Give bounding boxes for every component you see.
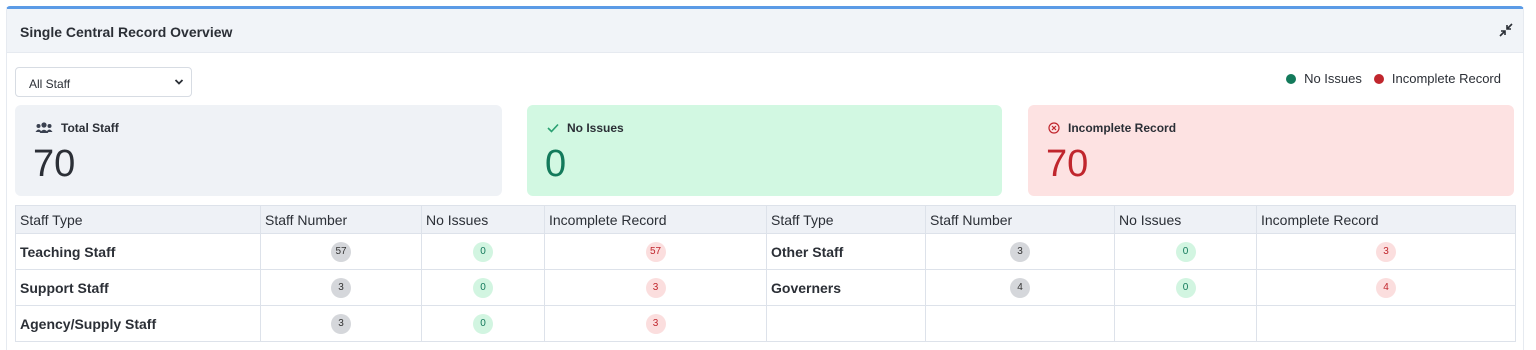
panel-title: Single Central Record Overview xyxy=(20,24,233,40)
legend-label: No Issues xyxy=(1304,71,1362,86)
empty-cell xyxy=(1114,305,1257,342)
no-issues-badge: 0 xyxy=(473,314,493,334)
no-issues-label-text: No Issues xyxy=(567,121,624,135)
no-issues-value: 0 xyxy=(545,143,567,185)
staff-type-cell: Agency/Supply Staff xyxy=(15,305,261,342)
incomplete-badge: 3 xyxy=(645,314,666,334)
staff-number-badge: 3 xyxy=(331,314,351,334)
table-row: Support Staff 3 0 3 Governers 4 0 4 xyxy=(15,269,1516,306)
circle-x-icon xyxy=(1048,122,1060,134)
legend-item-no-issues: No Issues xyxy=(1286,71,1362,86)
incomplete-record-value: 70 xyxy=(1046,143,1089,185)
table-row: Teaching Staff 57 0 57 Other Staff 3 0 3 xyxy=(15,233,1516,270)
users-icon xyxy=(35,122,53,133)
staff-type-cell: Teaching Staff xyxy=(15,233,261,270)
panel-header: Single Central Record Overview xyxy=(7,9,1523,53)
col-header-incomplete-record: Incomplete Record xyxy=(1256,205,1516,234)
staff-filter-value: All Staff xyxy=(29,77,71,91)
staff-number-badge: 57 xyxy=(331,242,351,262)
scr-overview-panel: Single Central Record Overview All Staff… xyxy=(6,6,1524,350)
no-issues-badge: 0 xyxy=(1175,278,1196,298)
legend: No Issues Incomplete Record xyxy=(1274,71,1501,86)
col-header-staff-number: Staff Number xyxy=(925,205,1115,234)
no-issues-card: No Issues 0 xyxy=(527,105,1002,196)
total-staff-value: 70 xyxy=(33,143,76,185)
incomplete-record-label-text: Incomplete Record xyxy=(1068,121,1177,135)
no-issues-badge: 0 xyxy=(473,278,493,298)
collapse-icon[interactable] xyxy=(1499,23,1513,37)
incomplete-badge: 3 xyxy=(645,278,666,298)
total-staff-card: Total Staff 70 xyxy=(15,105,502,196)
legend-item-incomplete: Incomplete Record xyxy=(1373,71,1501,86)
check-icon xyxy=(547,123,559,133)
col-header-staff-number: Staff Number xyxy=(260,205,422,234)
table-row: Agency/Supply Staff 3 0 3 xyxy=(15,305,1516,342)
legend-label: Incomplete Record xyxy=(1391,71,1501,86)
incomplete-record-label: Incomplete Record xyxy=(1048,121,1176,135)
col-header-no-issues: No Issues xyxy=(421,205,545,234)
staff-type-cell: Other Staff xyxy=(766,233,926,270)
incomplete-badge: 4 xyxy=(1376,278,1396,298)
empty-cell xyxy=(1256,305,1516,342)
incomplete-badge: 3 xyxy=(1376,242,1396,262)
empty-cell xyxy=(766,305,926,342)
chevron-down-icon xyxy=(174,79,184,85)
col-header-staff-type: Staff Type xyxy=(15,205,261,234)
table-header-row: Staff Type Staff Number No Issues Incomp… xyxy=(15,205,1516,234)
legend-dot-red xyxy=(1373,73,1384,84)
empty-cell xyxy=(925,305,1115,342)
staff-filter-select[interactable]: All Staff xyxy=(15,67,192,97)
staff-type-cell: Governers xyxy=(766,269,926,306)
staff-type-cell: Support Staff xyxy=(15,269,261,306)
staff-number-badge: 3 xyxy=(331,278,351,298)
incomplete-badge: 57 xyxy=(645,242,666,262)
staff-number-badge: 3 xyxy=(1010,242,1030,262)
col-header-staff-type: Staff Type xyxy=(766,205,926,234)
staff-number-badge: 4 xyxy=(1010,278,1030,298)
incomplete-record-card: Incomplete Record 70 xyxy=(1028,105,1514,196)
total-staff-label: Total Staff xyxy=(35,121,119,135)
legend-dot-green xyxy=(1286,73,1297,84)
total-staff-label-text: Total Staff xyxy=(61,121,119,135)
no-issues-label: No Issues xyxy=(547,121,624,135)
col-header-incomplete-record: Incomplete Record xyxy=(544,205,767,234)
no-issues-badge: 0 xyxy=(1175,242,1196,262)
staff-type-table: Staff Type Staff Number No Issues Incomp… xyxy=(15,205,1516,342)
col-header-no-issues: No Issues xyxy=(1114,205,1257,234)
no-issues-badge: 0 xyxy=(473,242,493,262)
